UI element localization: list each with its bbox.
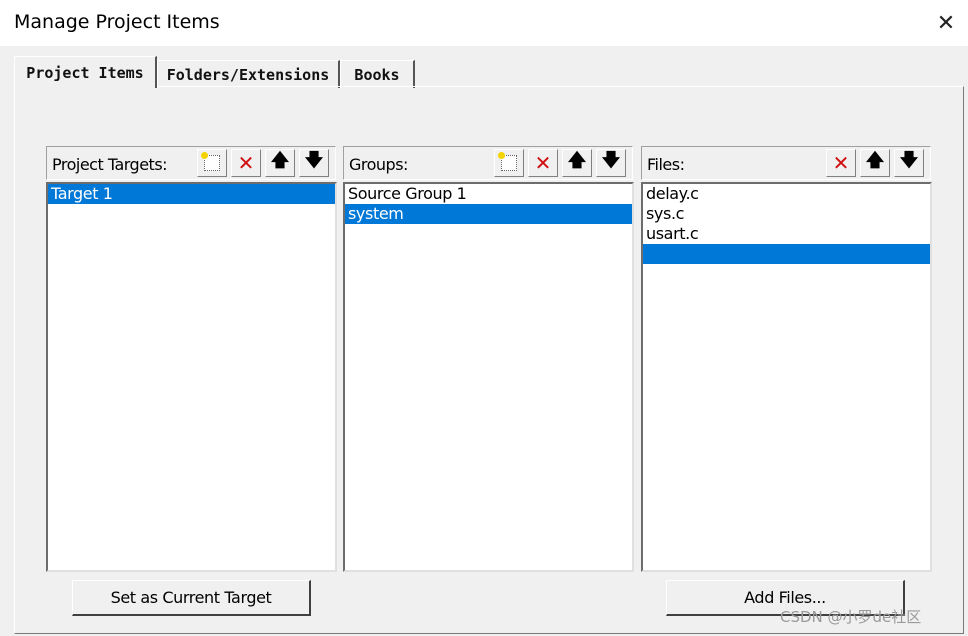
delete-file-button[interactable]: ✕ bbox=[826, 149, 856, 177]
arrow-down-icon: 🡇 bbox=[601, 150, 621, 171]
targets-header-label: Project Targets: bbox=[52, 155, 168, 174]
tab-project-items[interactable]: Project Items bbox=[14, 56, 157, 88]
close-icon: ✕ bbox=[936, 10, 956, 36]
list-item[interactable] bbox=[643, 244, 930, 264]
delete-group-button[interactable]: ✕ bbox=[528, 149, 558, 177]
arrow-down-icon: 🡇 bbox=[304, 150, 324, 171]
tab-label: Project Items bbox=[26, 63, 144, 82]
close-button[interactable]: ✕ bbox=[928, 6, 964, 40]
groups-header-label: Groups: bbox=[349, 155, 408, 174]
delete-icon: ✕ bbox=[534, 151, 552, 175]
window-title: Manage Project Items bbox=[14, 11, 220, 33]
tab-books[interactable]: Books bbox=[340, 60, 415, 88]
groups-list[interactable]: Source Group 1 system bbox=[343, 182, 634, 572]
watermark: CSDN @小罗de社区 bbox=[780, 608, 922, 626]
groups-header: Groups: ✕ 🡅 🡇 bbox=[343, 146, 633, 180]
arrow-down-icon: 🡇 bbox=[899, 150, 919, 171]
tab-label: Books bbox=[354, 65, 400, 84]
targets-list[interactable]: Target 1 bbox=[46, 182, 337, 572]
files-header-label: Files: bbox=[647, 155, 685, 174]
new-icon bbox=[498, 152, 517, 171]
arrow-up-icon: 🡅 bbox=[270, 150, 290, 171]
delete-target-button[interactable]: ✕ bbox=[231, 149, 261, 177]
files-list[interactable]: delay.c sys.c usart.c bbox=[641, 182, 932, 572]
move-down-target-button[interactable]: 🡇 bbox=[299, 149, 329, 177]
move-down-group-button[interactable]: 🡇 bbox=[596, 149, 626, 177]
arrow-up-icon: 🡅 bbox=[567, 150, 587, 171]
arrow-up-icon: 🡅 bbox=[865, 150, 885, 171]
button-label: Set as Current Target bbox=[110, 588, 272, 607]
new-icon bbox=[201, 152, 220, 171]
list-item[interactable]: Target 1 bbox=[48, 184, 335, 204]
delete-icon: ✕ bbox=[237, 151, 255, 175]
list-item[interactable]: system bbox=[345, 204, 632, 224]
move-up-target-button[interactable]: 🡅 bbox=[265, 149, 295, 177]
move-down-file-button[interactable]: 🡇 bbox=[894, 149, 924, 177]
move-up-file-button[interactable]: 🡅 bbox=[860, 149, 890, 177]
files-header: Files: ✕ 🡅 🡇 bbox=[641, 146, 931, 180]
delete-icon: ✕ bbox=[832, 151, 850, 175]
dialog-client: Project Items Folders/Extensions Books P… bbox=[0, 46, 968, 636]
list-item[interactable]: Source Group 1 bbox=[345, 184, 632, 204]
list-item[interactable]: usart.c bbox=[643, 224, 930, 244]
list-item[interactable]: sys.c bbox=[643, 204, 930, 224]
tab-label: Folders/Extensions bbox=[166, 65, 330, 84]
new-group-button[interactable] bbox=[494, 149, 524, 177]
tab-folders-extensions[interactable]: Folders/Extensions bbox=[157, 60, 340, 88]
move-up-group-button[interactable]: 🡅 bbox=[562, 149, 592, 177]
list-item[interactable]: delay.c bbox=[643, 184, 930, 204]
new-target-button[interactable] bbox=[197, 149, 227, 177]
button-label: Add Files... bbox=[744, 588, 826, 607]
targets-header: Project Targets: ✕ 🡅 🡇 bbox=[46, 146, 336, 180]
title-bar: Manage Project Items ✕ bbox=[0, 0, 968, 46]
set-current-target-button[interactable]: Set as Current Target bbox=[72, 580, 311, 616]
